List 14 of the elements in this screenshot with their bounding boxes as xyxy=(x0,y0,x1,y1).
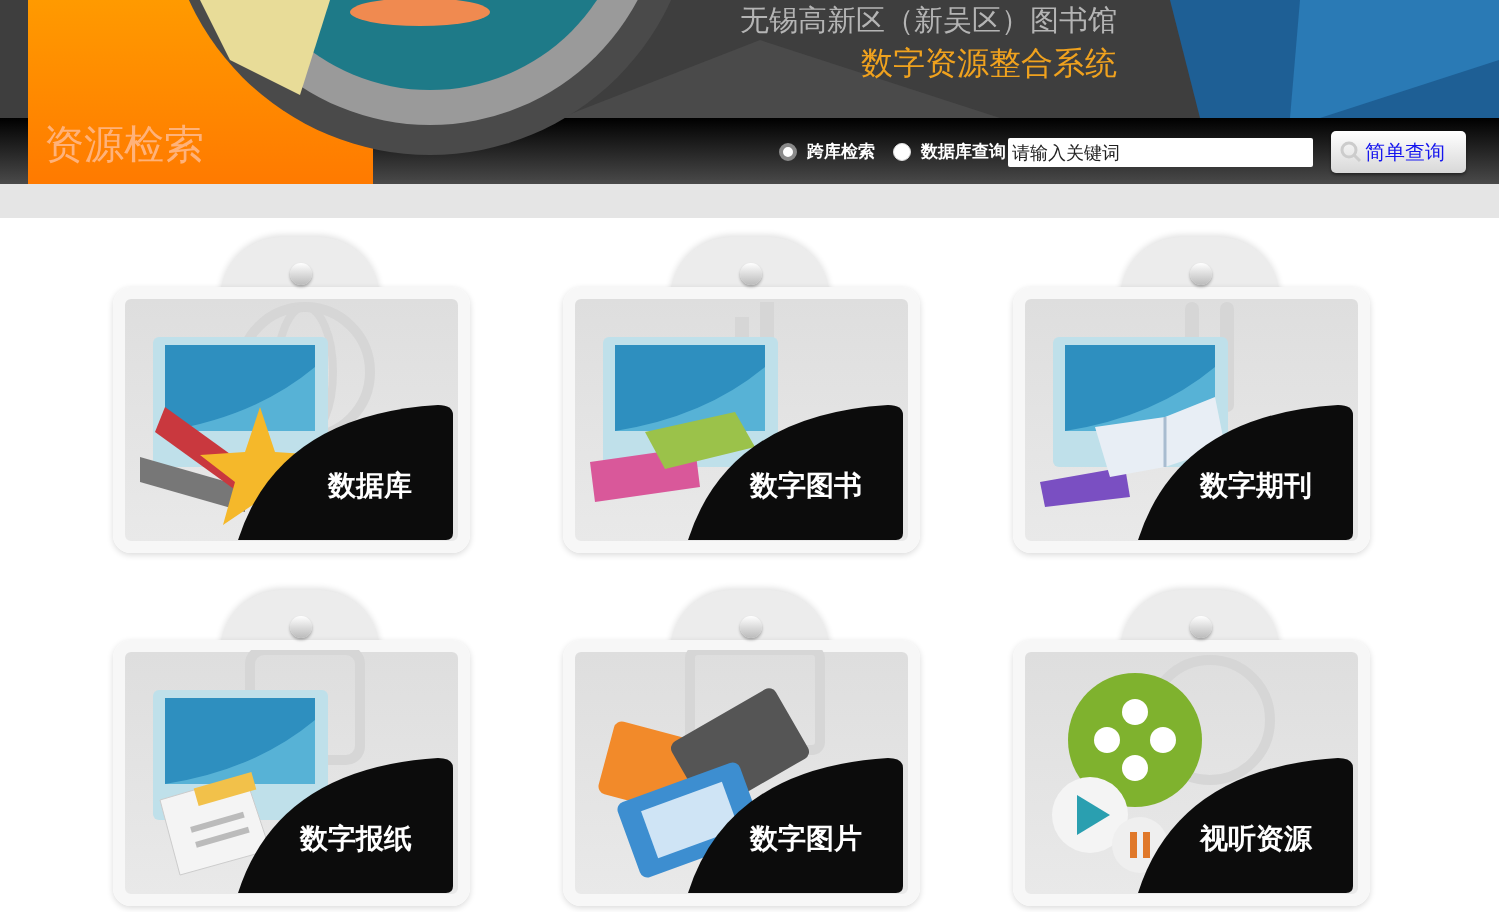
category-tile[interactable]: 数据库 xyxy=(113,237,470,555)
category-tile[interactable]: 视听资源 xyxy=(1013,590,1370,908)
category-tile[interactable]: 数字期刊 xyxy=(1013,237,1370,555)
category-tile[interactable]: 数字图片 xyxy=(563,590,920,908)
search-icon xyxy=(1339,140,1363,164)
radio-label: 跨库检索 xyxy=(807,140,875,164)
system-name: 数字资源整合系统 xyxy=(861,43,1117,84)
category-tile[interactable]: 数字图书 xyxy=(563,237,920,555)
library-name: 无锡高新区（新吴区）图书馆 xyxy=(740,2,1117,39)
search-button[interactable]: 简单查询 xyxy=(1331,131,1466,173)
category-tile[interactable]: 数字报纸 xyxy=(113,590,470,908)
section-title: 资源检索 xyxy=(44,120,204,169)
search-field[interactable]: 请输入关键词 xyxy=(1008,137,1313,167)
radio-label: 数据库查询 xyxy=(921,140,1006,164)
